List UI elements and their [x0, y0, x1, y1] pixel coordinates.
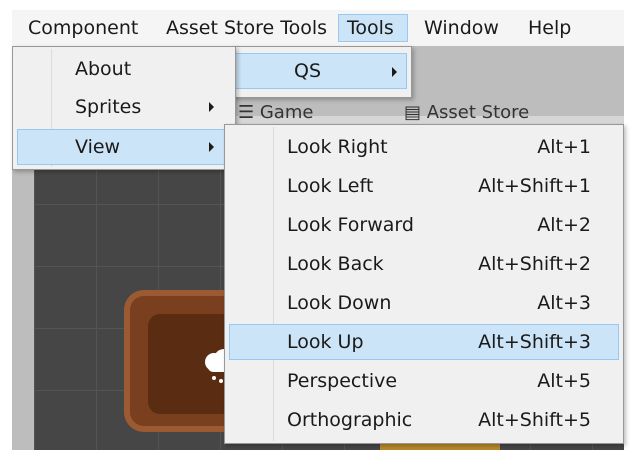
menu-item-label: Look Forward [287, 214, 414, 236]
menu-item-label: Look Left [287, 175, 374, 197]
menu-item-shortcut: Alt+Shift+3 [478, 331, 591, 353]
game-tab[interactable]: ☰ Game [238, 102, 313, 123]
menu-item-shortcut: Alt+Shift+2 [478, 253, 591, 275]
menu-item-sprites-label: Sprites [75, 96, 142, 118]
store-icon: ▤ [404, 102, 427, 123]
view-menu: Look Right Alt+1 Look Left Alt+Shift+1 L… [224, 124, 624, 444]
submenu-arrow-icon [209, 142, 214, 152]
menu-item-about[interactable]: About [17, 51, 231, 87]
menu-item-qs[interactable]: QS [235, 53, 407, 89]
menu-item-label: Look Right [287, 136, 388, 158]
menu-item-look-up[interactable]: Look Up Alt+Shift+3 [229, 324, 619, 360]
menu-item-shortcut: Alt+Shift+1 [478, 175, 591, 197]
menu-item-view-label: View [75, 136, 121, 158]
menu-item-look-right[interactable]: Look Right Alt+1 [229, 129, 619, 165]
menu-bar: Component Asset Store Tools Tools Window… [12, 10, 624, 47]
menu-window[interactable]: Window [416, 14, 507, 42]
menu-item-look-forward[interactable]: Look Forward Alt+2 [229, 207, 619, 243]
game-tab-label: Game [259, 102, 314, 123]
menu-component[interactable]: Component [20, 14, 146, 42]
menu-item-label: Perspective [287, 370, 398, 392]
qs-menu: About Sprites View [12, 46, 236, 170]
asset-store-tab-label: Asset Store [426, 102, 530, 123]
menu-item-label: Look Back [287, 253, 384, 275]
menu-item-view[interactable]: View [17, 129, 231, 165]
menu-item-shortcut: Alt+5 [537, 370, 591, 392]
menu-item-shortcut: Alt+1 [537, 136, 591, 158]
submenu-arrow-icon [392, 67, 397, 77]
menu-item-shortcut: Alt+3 [537, 292, 591, 314]
menu-item-look-down[interactable]: Look Down Alt+3 [229, 285, 619, 321]
menu-item-shortcut: Alt+Shift+5 [478, 409, 591, 431]
menu-item-label: Look Up [287, 331, 364, 353]
menu-item-shortcut: Alt+2 [537, 214, 591, 236]
menu-item-label: Look Down [287, 292, 392, 314]
asset-store-tab[interactable]: ▤ Asset Store [404, 102, 529, 123]
tools-menu: QS [230, 46, 412, 98]
game-icon: ☰ [238, 102, 260, 123]
submenu-arrow-icon [209, 102, 214, 112]
menu-item-qs-label: QS [294, 60, 322, 82]
menu-item-look-back[interactable]: Look Back Alt+Shift+2 [229, 246, 619, 282]
menu-tools[interactable]: Tools [338, 14, 408, 42]
menu-asset-store-tools[interactable]: Asset Store Tools [158, 14, 335, 42]
menu-item-orthographic[interactable]: Orthographic Alt+Shift+5 [229, 402, 619, 438]
menu-item-look-left[interactable]: Look Left Alt+Shift+1 [229, 168, 619, 204]
menu-item-about-label: About [75, 58, 132, 80]
menu-item-label: Orthographic [287, 409, 413, 431]
menu-help[interactable]: Help [520, 14, 579, 42]
menu-item-perspective[interactable]: Perspective Alt+5 [229, 363, 619, 399]
menu-item-sprites[interactable]: Sprites [17, 89, 231, 125]
